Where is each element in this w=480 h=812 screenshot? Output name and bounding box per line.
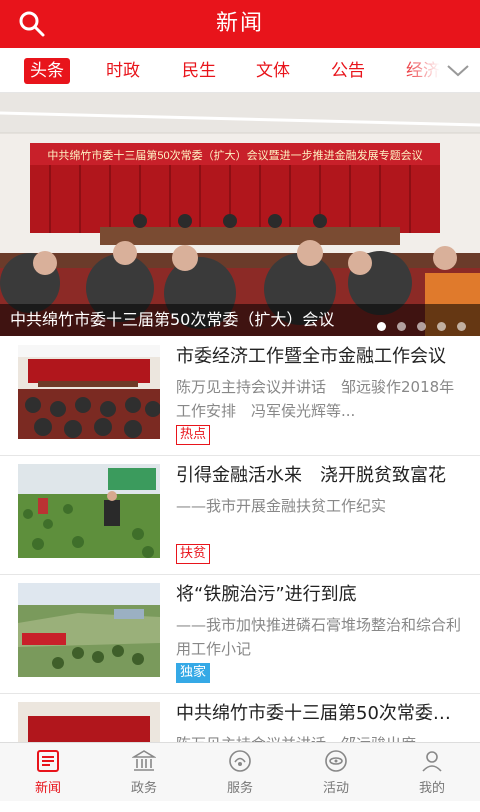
tab-politics[interactable]: 时政 <box>100 58 146 84</box>
news-tag: 热点 <box>176 425 211 445</box>
nav-label: 我的 <box>418 781 445 796</box>
nav-label: 服务 <box>226 781 253 796</box>
carousel-dot[interactable] <box>396 322 406 331</box>
hero-caption[interactable]: 中共绵竹市委十三届第50次常委（扩大）会议 <box>10 304 370 336</box>
news-thumbnail <box>18 345 160 439</box>
nav-government[interactable]: 政务 <box>96 743 192 801</box>
news-thumbnail <box>18 583 160 677</box>
news-item[interactable]: 将“铁腕治污”进行到底 ——我市加快推进磷石膏堆场整治和综合利用工作小记 独家 <box>0 575 480 694</box>
service-icon <box>229 750 251 772</box>
news-title: 中共绵竹市委十三届第50次常委（扩大）会议 <box>176 703 466 724</box>
page-title: 新闻 <box>215 11 264 36</box>
tab-announcement[interactable]: 公告 <box>325 58 371 84</box>
banner-text: 中共绵竹市委十三届第50次常委（扩大）会议暨进一步推进金融发展专题会议 <box>47 148 422 162</box>
bottom-nav: 新闻 政务 服务 活动 我的 <box>0 742 480 801</box>
nav-profile[interactable]: 我的 <box>384 743 480 801</box>
news-thumbnail <box>18 464 160 558</box>
tab-livelihood[interactable]: 民生 <box>176 58 222 84</box>
news-tag: 扶贫 <box>176 544 211 564</box>
tab-headline[interactable]: 头条 <box>24 58 70 84</box>
news-subtitle: 陈万见主持会议并讲话 邹远骏作2018年工作安排 冯军侯光辉等... <box>176 378 455 420</box>
government-icon <box>132 750 156 771</box>
nav-label: 政务 <box>130 781 157 796</box>
news-subtitle: ——我市开展金融扶贫工作纪实 <box>176 497 387 515</box>
carousel-dot[interactable] <box>436 322 446 331</box>
news-icon <box>37 750 59 772</box>
news-title: 引得金融活水来 浇开脱贫致富花 <box>176 465 446 486</box>
hero-caption-bar: 中共绵竹市委十三届第50次常委（扩大）会议 <box>0 304 480 336</box>
tab-culture-sports[interactable]: 文体 <box>250 58 296 84</box>
news-title: 市委经济工作暨全市金融工作会议 <box>176 346 446 367</box>
news-item[interactable]: 引得金融活水来 浇开脱贫致富花 ——我市开展金融扶贫工作纪实 扶贫 <box>0 456 480 575</box>
carousel-dot[interactable] <box>457 322 466 331</box>
activity-icon <box>325 750 347 772</box>
hero-image: 中共绵竹市委十三届第50次常委（扩大）会议暨进一步推进金融发展专题会议 <box>0 93 480 336</box>
nav-label: 活动 <box>322 781 349 796</box>
carousel-dot[interactable] <box>376 322 386 331</box>
carousel-dot[interactable] <box>416 322 426 331</box>
profile-icon <box>422 751 442 772</box>
category-tabs: 头条 时政 民生 文体 公告 经济 <box>0 48 480 93</box>
tab-fade <box>400 52 440 88</box>
hero-carousel[interactable]: 中共绵竹市委十三届第50次常委（扩大）会议暨进一步推进金融发展专题会议 中共绵竹… <box>0 93 480 336</box>
nav-news[interactable]: 新闻 <box>0 743 96 801</box>
news-subtitle: ——我市加快推进磷石膏堆场整治和综合利用工作小记 <box>176 616 462 658</box>
nav-service[interactable]: 服务 <box>192 743 288 801</box>
carousel-indicators <box>371 316 466 331</box>
chevron-down-icon[interactable] <box>446 60 470 80</box>
news-item[interactable]: 市委经济工作暨全市金融工作会议 陈万见主持会议并讲话 邹远骏作2018年工作安排… <box>0 337 480 456</box>
nav-label: 新闻 <box>34 781 61 796</box>
nav-activity[interactable]: 活动 <box>288 743 384 801</box>
news-title: 将“铁腕治污”进行到底 <box>176 584 357 605</box>
news-tag: 独家 <box>176 663 211 683</box>
top-bar: 新闻 <box>0 0 480 48</box>
